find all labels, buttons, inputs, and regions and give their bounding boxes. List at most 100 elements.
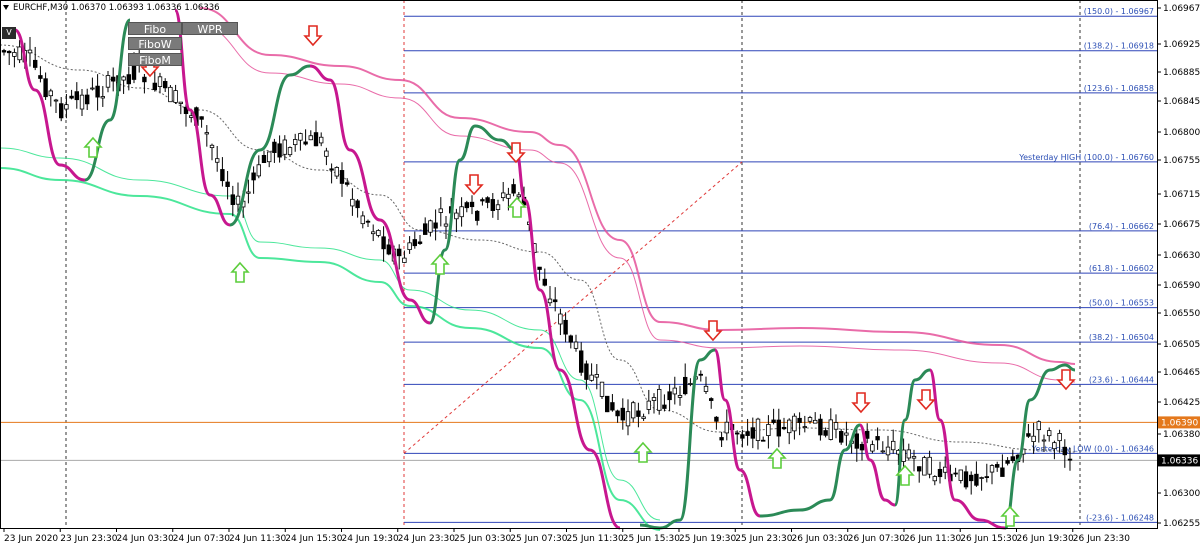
- candle-body: [823, 430, 828, 436]
- candle-body: [500, 192, 506, 199]
- candle-body: [605, 395, 610, 413]
- candle-body: [126, 74, 131, 85]
- fibow-button[interactable]: FiboW: [128, 37, 182, 51]
- candle-body: [568, 335, 573, 343]
- candle-body: [422, 223, 428, 235]
- candle-body: [318, 136, 324, 144]
- candle-body: [927, 456, 932, 475]
- candle-body: [53, 99, 59, 102]
- time-tick-label: 26 Jun 11:30: [904, 534, 961, 544]
- candle-body: [69, 95, 74, 99]
- candle-body: [64, 104, 69, 110]
- candle-body: [17, 46, 22, 61]
- candle-body: [1031, 435, 1036, 443]
- plot-frame: [0, 0, 1158, 529]
- candle-body: [953, 472, 958, 475]
- candle-body: [74, 91, 79, 101]
- candle-body: [438, 208, 443, 213]
- time-tick-label: 24 Jun 15:30: [285, 534, 342, 544]
- sell-arrow-icon: [703, 320, 723, 342]
- fibo-level-label: (-23.6) - 1.06248: [1086, 513, 1154, 522]
- buy-arrow-icon: [230, 261, 250, 283]
- candle-body: [85, 94, 90, 105]
- candle-body: [625, 411, 631, 427]
- candle-body: [261, 155, 267, 164]
- candle-body: [162, 81, 168, 89]
- oscillator-up-segment: [639, 348, 716, 530]
- fibo-level-label: (50.0) - 1.06553: [1089, 299, 1154, 308]
- candle-body: [558, 313, 563, 325]
- candle-body: [38, 75, 43, 79]
- time-tick-label: 25 Jun 11:30: [567, 534, 624, 544]
- candle-body: [584, 363, 589, 380]
- candle-body: [807, 417, 813, 422]
- symbol-dropdown-icon[interactable]: [3, 5, 9, 10]
- candle-body: [995, 464, 1000, 468]
- price-tick-label: 1.06380: [1163, 430, 1200, 440]
- candle-body: [594, 374, 599, 378]
- chart-symbol-title: EURCHF,M30 1.06370 1.06393 1.06336 1.063…: [13, 3, 220, 13]
- candle-body: [1026, 433, 1031, 437]
- candle-body: [667, 391, 672, 401]
- candle-body: [412, 239, 417, 247]
- fibom-button[interactable]: FiboM: [128, 53, 182, 67]
- candle-body: [516, 194, 521, 198]
- candle-body: [1052, 442, 1057, 450]
- candle-body: [490, 199, 495, 211]
- sell-arrow-icon: [851, 392, 871, 414]
- wpr-button[interactable]: WPR: [182, 22, 238, 36]
- candle-body: [724, 421, 729, 434]
- candle-body: [334, 167, 339, 177]
- candle-body: [251, 172, 256, 181]
- candle-body: [454, 212, 459, 220]
- candle-body: [646, 400, 651, 410]
- fibo-level-label: (123.6) - 1.06858: [1084, 84, 1154, 93]
- candle-body: [459, 206, 464, 218]
- candle-body: [324, 150, 329, 157]
- time-tick-label: 24 Jun 07:30: [173, 534, 230, 544]
- oscillator-down-segment: [309, 64, 431, 325]
- candle-body: [287, 147, 293, 156]
- candle-body: [599, 381, 605, 397]
- candle-body: [797, 417, 802, 423]
- candle-body: [204, 132, 209, 135]
- candle-body: [313, 132, 319, 147]
- candle-body: [100, 96, 105, 99]
- candle-body: [745, 431, 750, 436]
- fibo-level-label: Yesterday HIGH (100.0) - 1.06760: [1018, 153, 1154, 162]
- candle-body: [662, 404, 667, 409]
- time-tick-label: 24 Jun 03:30: [117, 534, 174, 544]
- price-chart[interactable]: (150.0) - 1.06967 (138.2) - 1.06918 (123.6…: [0, 0, 1200, 547]
- time-tick-label: 24 Jun 23:30: [398, 534, 455, 544]
- candle-body: [880, 450, 885, 453]
- candle-body: [469, 201, 475, 208]
- candle-body: [1047, 430, 1052, 437]
- candle-body: [937, 468, 943, 478]
- green-band-inner: [0, 147, 661, 521]
- candle-body: [277, 143, 282, 158]
- candle-body: [168, 86, 173, 103]
- candle-body: [750, 427, 755, 439]
- candle-body: [308, 135, 313, 141]
- candle-body: [485, 197, 490, 203]
- green-band-outer: [0, 167, 661, 531]
- candle-body: [651, 397, 657, 401]
- candle-body: [818, 418, 823, 436]
- oscillator-up-segment: [428, 124, 517, 325]
- candle-body: [256, 164, 261, 177]
- moving-average-line: [0, 44, 1076, 453]
- candle-body: [885, 446, 891, 456]
- candle-body: [735, 432, 740, 435]
- price-tick-label: 1.06675: [1163, 220, 1200, 230]
- fibo-level-label: (61.8) - 1.06602: [1089, 264, 1154, 273]
- v-icon[interactable]: V: [2, 27, 16, 39]
- candle-body: [828, 419, 833, 440]
- candle-body: [111, 76, 116, 82]
- buy-arrow-icon: [633, 441, 653, 463]
- fibo-button[interactable]: Fibo: [128, 22, 182, 36]
- candle-body: [272, 141, 277, 153]
- candle-body: [579, 350, 584, 373]
- candle-body: [282, 139, 287, 155]
- candle-body: [417, 241, 423, 244]
- buy-arrow-icon: [1000, 505, 1020, 527]
